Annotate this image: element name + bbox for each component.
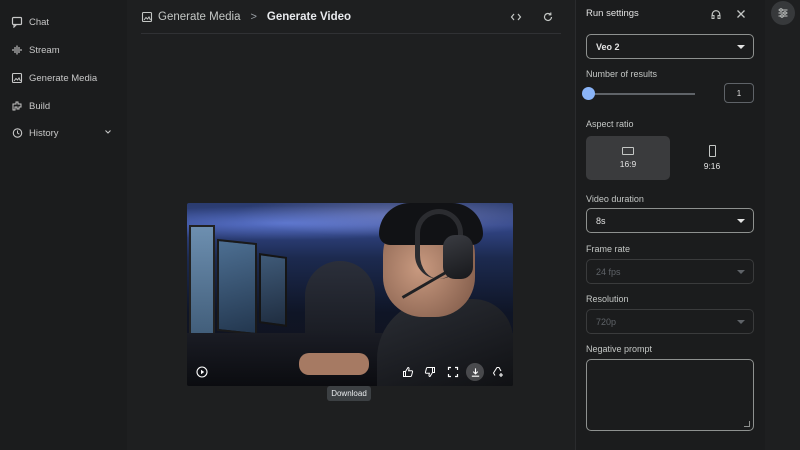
video-frame-monitor	[217, 238, 257, 336]
aspect-option-16-9[interactable]: 16:9	[586, 136, 670, 180]
sidebar-item-label: Stream	[29, 44, 60, 56]
results-slider-thumb[interactable]	[582, 87, 595, 100]
history-icon	[10, 127, 23, 140]
panel-title: Run settings	[586, 8, 639, 19]
add-to-drive-icon[interactable]	[489, 363, 507, 381]
landscape-icon	[622, 147, 634, 155]
model-select[interactable]: Veo 2	[586, 34, 754, 59]
number-of-results-label: Number of results	[586, 69, 658, 79]
code-icon[interactable]	[508, 9, 524, 25]
video-player[interactable]	[187, 203, 513, 386]
breadcrumb-parent[interactable]: Generate Media	[158, 11, 240, 23]
download-tooltip: Download	[327, 386, 371, 401]
frame-rate-value: 24 fps	[596, 266, 621, 277]
aspect-option-9-16[interactable]: 9:16	[670, 136, 754, 180]
sidebar-item-label: Build	[29, 100, 51, 112]
reset-icon[interactable]	[709, 7, 723, 21]
sidebar-item-chat[interactable]: Chat	[10, 12, 112, 32]
negative-prompt-input[interactable]	[586, 359, 754, 431]
caret-down-icon	[737, 45, 745, 49]
refresh-icon[interactable]	[540, 9, 556, 25]
image-icon	[10, 72, 23, 85]
aspect-option-label: 16:9	[619, 159, 637, 169]
sidebar-item-label: Chat	[29, 16, 50, 28]
download-button[interactable]	[466, 363, 484, 381]
aspect-option-label: 9:16	[703, 161, 721, 171]
sidebar-item-history[interactable]: History	[10, 123, 112, 143]
negative-prompt-label: Negative prompt	[586, 344, 653, 354]
thumbs-down-icon[interactable]	[421, 363, 439, 381]
sidebar-item-stream[interactable]: Stream	[10, 40, 112, 60]
results-slider-track[interactable]	[588, 93, 695, 95]
resolution-label: Resolution	[586, 294, 629, 304]
header: Generate Media > Generate Video	[141, 0, 561, 34]
resolution-value: 720p	[596, 316, 617, 327]
thumbs-up-icon[interactable]	[399, 363, 417, 381]
stream-icon	[10, 44, 23, 57]
results-number-input[interactable]: 1	[724, 83, 754, 103]
sidebar-item-build[interactable]: Build	[10, 96, 112, 116]
caret-down-icon	[737, 219, 745, 223]
video-duration-select[interactable]: 8s	[586, 208, 754, 233]
video-duration-label: Video duration	[586, 194, 644, 204]
right-rail	[765, 0, 800, 450]
portrait-icon	[708, 145, 716, 157]
frame-rate-label: Frame rate	[586, 244, 631, 254]
model-value: Veo 2	[596, 41, 620, 52]
breadcrumb[interactable]: Generate Media	[141, 11, 240, 23]
chat-icon	[10, 16, 23, 29]
breadcrumb-separator: >	[250, 10, 257, 23]
fullscreen-icon[interactable]	[444, 363, 462, 381]
page-title: Generate Video	[266, 10, 352, 23]
resize-handle-icon[interactable]	[744, 421, 750, 427]
close-icon[interactable]	[734, 7, 748, 21]
tune-icon	[778, 8, 788, 18]
play-icon[interactable]	[193, 363, 211, 381]
caret-down-icon	[737, 270, 745, 274]
video-frame-monitor	[259, 253, 287, 327]
settings-toggle-button[interactable]	[771, 1, 795, 25]
sidebar-item-generate-media[interactable]: Generate Media	[10, 68, 112, 88]
aspect-ratio-label: Aspect ratio	[586, 119, 634, 129]
run-settings-panel: Run settings Veo 2 Number of results 1 A…	[575, 0, 765, 450]
video-frame-hands	[299, 353, 369, 375]
sidebar-item-label: History	[29, 127, 59, 139]
download-icon	[471, 367, 479, 377]
resolution-select: 720p	[586, 309, 754, 334]
video-duration-value: 8s	[596, 215, 606, 226]
frame-rate-select: 24 fps	[586, 259, 754, 284]
main-area: Generate Media > Generate Video Download	[127, 0, 575, 450]
caret-down-icon	[737, 320, 745, 324]
chevron-down-icon[interactable]	[104, 128, 112, 139]
video-frame-monitor	[189, 225, 215, 345]
left-sidebar: Chat Stream Generate Media Build History	[0, 0, 127, 450]
image-icon	[141, 11, 153, 23]
build-icon	[10, 100, 23, 113]
sidebar-item-label: Generate Media	[29, 72, 98, 84]
